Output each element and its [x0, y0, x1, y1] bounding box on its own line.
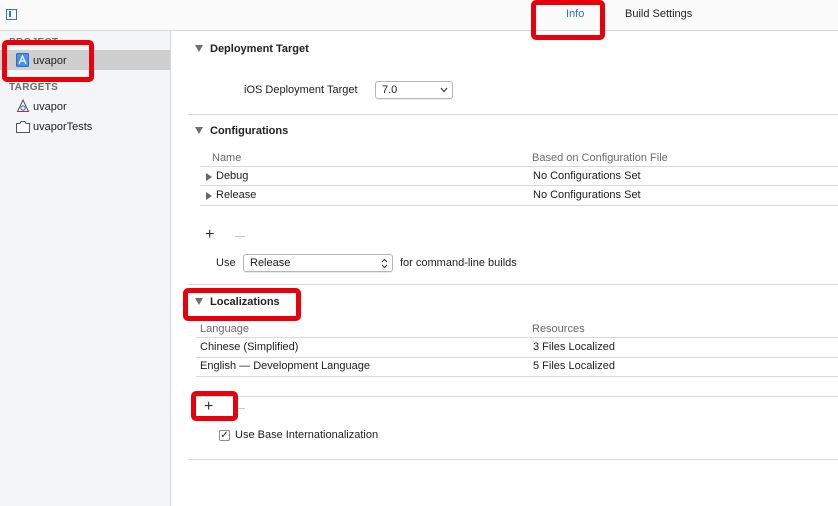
localization-row-resources[interactable]: 5 Files Localized — [533, 360, 615, 372]
config-row-file[interactable]: No Configurations Set — [533, 170, 641, 182]
sidebar-item-target-uvaportests[interactable]: uvaporTests — [33, 121, 92, 133]
highlight-box-localizations — [183, 288, 301, 321]
divider — [200, 185, 838, 186]
localization-row-language[interactable]: English — Development Language — [200, 360, 370, 372]
ios-deployment-target-label: iOS Deployment Target — [244, 84, 358, 96]
targets-header: TARGETS — [9, 82, 59, 93]
app-target-icon — [16, 98, 30, 112]
highlight-box-project — [2, 40, 94, 82]
localization-row-resources[interactable]: 3 Files Localized — [533, 341, 615, 353]
column-header-name[interactable]: Name — [212, 152, 241, 164]
column-header-config-file[interactable]: Based on Configuration File — [532, 152, 668, 164]
ios-deployment-target-select[interactable]: 7.0 — [375, 81, 453, 99]
divider — [200, 205, 838, 206]
config-row-file[interactable]: No Configurations Set — [533, 189, 641, 201]
command-line-config-select[interactable]: Release — [243, 254, 393, 272]
navigator-toggle-icon[interactable] — [6, 9, 17, 20]
base-internationalization-checkbox[interactable]: ✓ — [219, 430, 230, 441]
highlight-box-info-tab — [531, 0, 605, 40]
localization-row-language[interactable]: Chinese (Simplified) — [200, 341, 298, 353]
column-header-resources[interactable]: Resources — [532, 323, 585, 335]
divider — [188, 459, 838, 460]
command-line-config-value: Release — [250, 257, 291, 269]
config-row-name[interactable]: Release — [216, 189, 256, 201]
section-title-configurations: Configurations — [210, 125, 289, 137]
sidebar-item-target-uvapor[interactable]: uvapor — [33, 101, 67, 113]
config-row-name[interactable]: Debug — [216, 170, 248, 182]
base-internationalization-label: Use Base Internationalization — [235, 429, 379, 441]
expand-arrow-debug[interactable] — [206, 173, 212, 181]
command-line-builds-label: for command-line builds — [400, 257, 517, 269]
editor-top-bar — [0, 0, 838, 31]
remove-configuration-button[interactable] — [235, 236, 245, 237]
chevron-down-icon — [440, 87, 448, 93]
up-down-chevron-icon — [381, 258, 388, 269]
expand-arrow-release[interactable] — [206, 192, 212, 200]
divider — [196, 337, 838, 338]
disclosure-triangle-configurations[interactable] — [195, 127, 203, 134]
column-header-language[interactable]: Language — [200, 323, 249, 335]
divider — [196, 357, 838, 358]
divider — [188, 284, 838, 285]
highlight-box-add-localization — [191, 391, 238, 421]
divider — [200, 166, 838, 167]
divider — [196, 396, 838, 397]
use-label: Use — [216, 257, 236, 269]
disclosure-triangle-deployment[interactable] — [195, 45, 203, 52]
tab-build-settings[interactable]: Build Settings — [625, 8, 692, 20]
divider — [188, 114, 838, 115]
test-bundle-icon — [16, 120, 30, 133]
divider — [196, 376, 838, 377]
section-title-deployment: Deployment Target — [210, 43, 309, 55]
ios-deployment-target-value: 7.0 — [382, 84, 398, 96]
add-configuration-button[interactable]: + — [205, 227, 214, 243]
